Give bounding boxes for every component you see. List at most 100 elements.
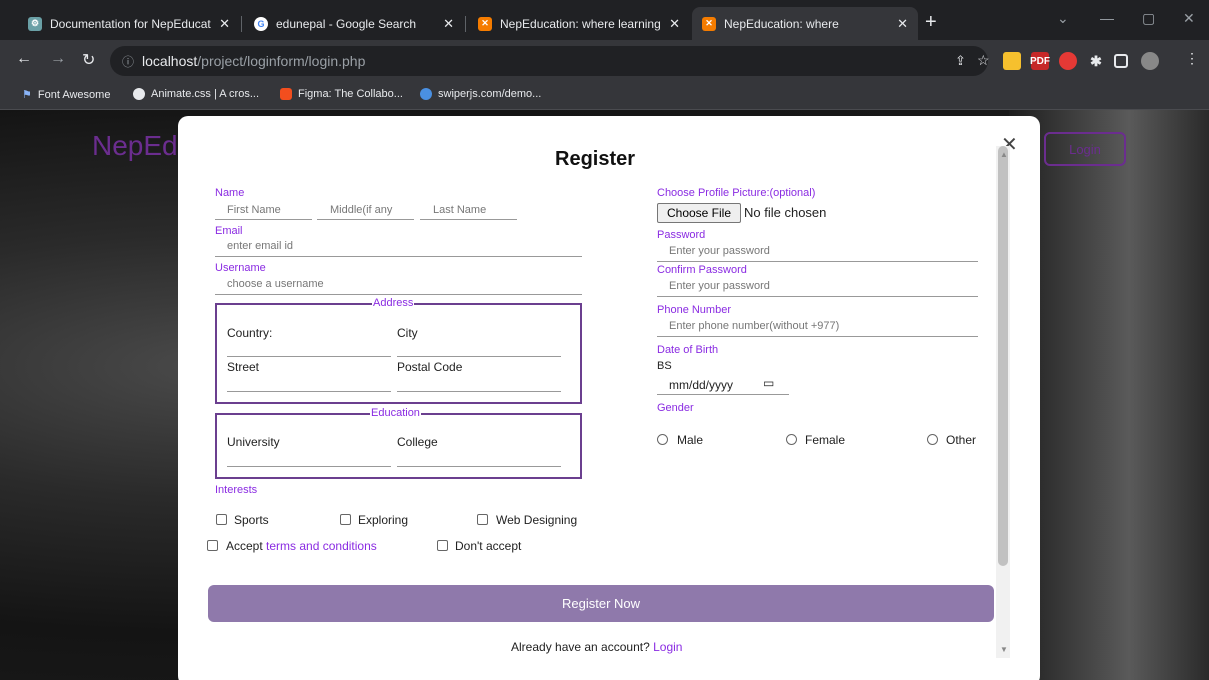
more-menu-icon[interactable]: ⋮ (1185, 50, 1199, 67)
pdf-extension-icon[interactable]: PDF (1030, 52, 1050, 70)
close-icon[interactable]: ✕ (669, 16, 680, 32)
web-designing-checkbox[interactable] (477, 514, 488, 525)
file-status: No file chosen (744, 205, 827, 220)
gender-label: Gender (657, 402, 694, 414)
share-icon[interactable]: ⇪ (955, 53, 966, 69)
already-account-text: Already have an account? Login (511, 640, 683, 654)
terms-link[interactable]: terms and conditions (266, 539, 377, 553)
postal-code-input[interactable] (397, 391, 561, 392)
college-input[interactable] (397, 466, 561, 467)
extension-icon[interactable] (1003, 52, 1021, 70)
exploring-checkbox[interactable] (340, 514, 351, 525)
email-input[interactable]: enter email id (227, 240, 293, 252)
city-input[interactable] (397, 356, 561, 357)
side-panel-icon[interactable] (1114, 54, 1128, 68)
puzzle-icon[interactable]: ✱ (1087, 52, 1105, 70)
university-input[interactable] (227, 466, 391, 467)
tab-google-search[interactable]: G edunepal - Google Search ✕ (244, 7, 464, 40)
first-name-field[interactable]: First Name (227, 204, 281, 216)
browser-tab-strip: ⚙ Documentation for NepEducatior ✕ G edu… (0, 0, 1209, 40)
scrollbar-thumb[interactable] (998, 146, 1008, 566)
female-radio[interactable] (786, 434, 797, 445)
male-label: Male (677, 433, 704, 447)
close-icon[interactable]: ✕ (897, 16, 908, 32)
xampp-icon: ✕ (702, 16, 716, 31)
site-brand[interactable]: NepEd (92, 130, 178, 162)
tab-divider (241, 16, 242, 32)
tab-search-icon[interactable]: ⌄ (1057, 10, 1069, 27)
first-name-underline (215, 219, 312, 220)
bookmark-swiper[interactable]: swiperjs.com/demo... (420, 88, 541, 100)
bookmark-figma[interactable]: Figma: The Collabo... (280, 88, 403, 100)
register-now-button[interactable]: Register Now (208, 585, 994, 622)
address-legend: Address (372, 297, 415, 309)
bookmark-font-awesome[interactable]: ⚑ Font Awesome (22, 88, 110, 102)
confirm-password-input[interactable]: Enter your password (669, 280, 770, 292)
accept-terms-checkbox[interactable] (207, 540, 218, 551)
username-input[interactable]: choose a username (227, 278, 324, 290)
exploring-label: Exploring (358, 513, 409, 527)
phone-input[interactable]: Enter phone number(without +977) (669, 320, 839, 332)
email-underline (215, 256, 582, 257)
address-bar[interactable]: ⓘ localhost/project/loginform/login.php (110, 46, 988, 76)
calendar-icon[interactable]: ▭ (763, 376, 774, 390)
tab-nepeducation-active[interactable]: ✕ NepEducation: where ✕ (692, 7, 918, 40)
new-tab-button[interactable]: + (925, 11, 937, 34)
address-fieldset (215, 303, 582, 404)
info-icon: ⓘ (122, 54, 135, 69)
close-icon[interactable]: ✕ (219, 16, 230, 32)
reload-icon[interactable]: ↻ (82, 50, 95, 70)
dob-input[interactable]: mm/dd/yyyy (669, 378, 733, 392)
gear-icon: ⚙ (28, 16, 42, 31)
header-login-button[interactable]: Login (1044, 132, 1126, 166)
city-label: City (397, 326, 418, 340)
tab-divider (465, 16, 466, 32)
bookmark-animate[interactable]: Animate.css | A cros... (133, 88, 259, 100)
other-radio[interactable] (927, 434, 938, 445)
login-link[interactable]: Login (653, 640, 682, 654)
scroll-up-icon[interactable]: ▲ (1000, 150, 1008, 159)
dob-label: Date of Birth (657, 344, 719, 356)
middle-name-underline (317, 219, 414, 220)
education-legend: Education (370, 407, 421, 419)
tab-documentation[interactable]: ⚙ Documentation for NepEducatior ✕ (18, 7, 240, 40)
scroll-down-icon[interactable]: ▼ (1000, 645, 1008, 654)
university-label: University (227, 435, 280, 449)
forward-icon[interactable]: → (50, 50, 66, 68)
other-label: Other (946, 433, 977, 447)
street-input[interactable] (227, 391, 391, 392)
dont-accept-label: Don't accept (455, 539, 522, 553)
sports-checkbox[interactable] (216, 514, 227, 525)
male-radio[interactable] (657, 434, 668, 445)
avatar[interactable] (1141, 52, 1159, 70)
google-icon: G (254, 16, 268, 31)
confirm-password-label: Confirm Password (657, 264, 747, 276)
window-close-button[interactable]: ✕ (1183, 10, 1195, 27)
street-label: Street (227, 360, 260, 374)
tab-nepeducation-1[interactable]: ✕ NepEducation: where learning ar ✕ (468, 7, 690, 40)
country-input[interactable] (227, 356, 391, 357)
figma-icon (280, 88, 292, 100)
accept-terms-label: Accept terms and conditions (226, 539, 377, 553)
close-icon[interactable]: ✕ (443, 16, 454, 32)
password-underline (657, 261, 978, 262)
extension-icon[interactable] (1059, 52, 1077, 70)
dont-accept-checkbox[interactable] (437, 540, 448, 551)
animate-icon (133, 88, 145, 100)
back-icon[interactable]: ← (16, 50, 32, 68)
middle-name-field[interactable]: Middle(if any (330, 204, 414, 216)
modal-scrollbar[interactable] (996, 146, 1010, 658)
minimize-button[interactable]: — (1100, 10, 1114, 26)
bookmarks-bar: ⚑ Font Awesome Animate.css | A cros... Fi… (0, 82, 1209, 110)
form-title: Register (555, 148, 636, 170)
dob-calendar-type: BS (657, 360, 672, 372)
choose-file-button[interactable]: Choose File (657, 203, 741, 223)
xampp-icon: ✕ (478, 16, 492, 31)
country-label: Country: (227, 326, 273, 340)
maximize-button[interactable]: ▢ (1142, 10, 1155, 27)
bookmark-star-icon[interactable]: ☆ (977, 52, 990, 69)
password-input[interactable]: Enter your password (669, 245, 770, 257)
confirm-password-underline (657, 296, 978, 297)
password-label: Password (657, 229, 706, 241)
last-name-field[interactable]: Last Name (433, 204, 486, 216)
